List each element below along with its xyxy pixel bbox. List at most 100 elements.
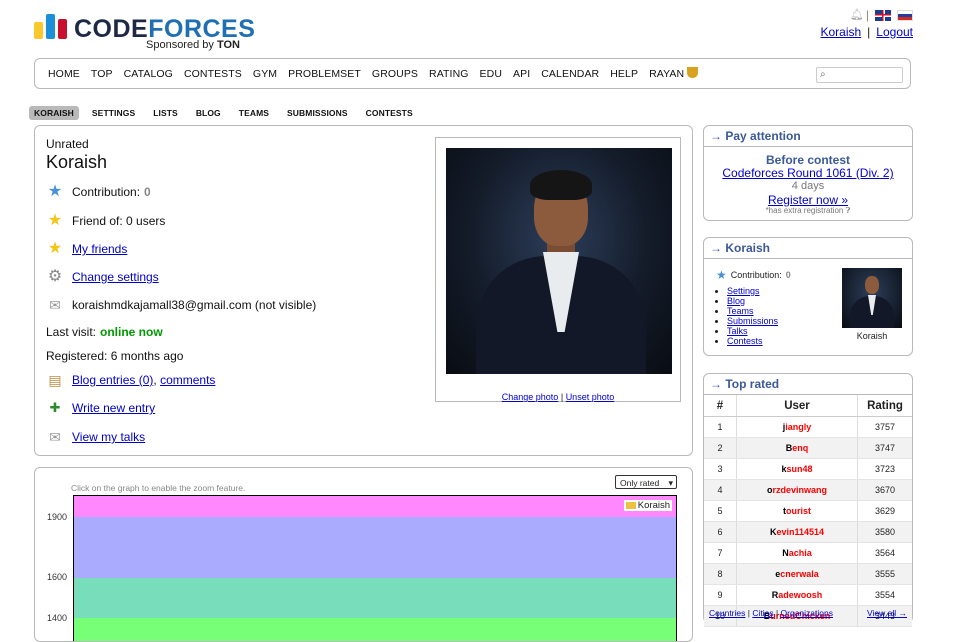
- table-row: 1 jiangly 3757: [704, 416, 912, 438]
- menu-rating[interactable]: RATING: [429, 68, 469, 80]
- user-link[interactable]: ecnerwala: [775, 569, 819, 579]
- rating-plot[interactable]: Koraish: [73, 495, 677, 641]
- register-link[interactable]: Register now »: [768, 193, 848, 207]
- col-rating: Rating: [857, 395, 912, 417]
- user-box-title: → Koraish: [710, 241, 771, 255]
- my-friends-link[interactable]: My friends: [72, 242, 127, 256]
- profile-link[interactable]: Koraish: [820, 25, 861, 39]
- user-rest: achia: [788, 548, 812, 558]
- countries-link[interactable]: Countries: [709, 608, 745, 618]
- gear-icon: ⚙: [47, 268, 63, 285]
- user-link[interactable]: orzdevinwang: [767, 485, 827, 495]
- contest-link[interactable]: Codeforces Round 1061 (Div. 2): [722, 166, 893, 180]
- table-row: 8 ecnerwala 3555: [704, 563, 912, 585]
- tab-blog[interactable]: BLOG: [191, 106, 226, 120]
- rating-filter-select[interactable]: Only rated: [615, 475, 677, 490]
- view-talks-link[interactable]: View my talks: [72, 430, 145, 444]
- user-cell: tourist: [736, 500, 858, 522]
- user-link[interactable]: Nachia: [782, 548, 812, 558]
- contribution-label: Contribution:: [72, 185, 141, 199]
- logout-link[interactable]: Logout: [876, 25, 913, 39]
- tab-lists[interactable]: LISTS: [148, 106, 183, 120]
- menu-contests[interactable]: CONTESTS: [184, 68, 242, 80]
- list-item: Contests: [727, 336, 778, 346]
- tab-koraish[interactable]: KORAISH: [29, 106, 79, 120]
- write-entry-icon: ✚: [49, 400, 61, 415]
- avatar-name: Koraish: [856, 331, 888, 341]
- user-link[interactable]: Radewoosh: [772, 590, 823, 600]
- user-box-contribution: ★ Contribution: 0: [716, 268, 791, 282]
- comments-link[interactable]: comments: [160, 373, 215, 387]
- menu-api[interactable]: API: [513, 68, 530, 80]
- sponsor-line: Sponsored by TON: [146, 39, 240, 51]
- menu-catalog[interactable]: CATALOG: [124, 68, 173, 80]
- user-link[interactable]: Benq: [786, 443, 809, 453]
- email-row: ✉ koraishmdkajamall38@gmail.com (not vis…: [46, 296, 316, 314]
- user-rest: evin114514: [776, 527, 825, 537]
- tab-settings[interactable]: SETTINGS: [87, 106, 140, 120]
- user-link[interactable]: ksun48: [781, 464, 812, 474]
- tab-submissions[interactable]: SUBMISSIONS: [282, 106, 353, 120]
- rating-cell: 3554: [857, 584, 912, 606]
- user-cell: Radewoosh: [736, 584, 858, 606]
- user-box-talks-link[interactable]: Talks: [727, 326, 748, 336]
- user-rank: Unrated: [46, 137, 89, 151]
- user-rest: sun48: [786, 464, 813, 474]
- avatar[interactable]: [842, 268, 902, 328]
- top-rated-box: → Top rated # User Rating 1 jiangly 3757 2 B…: [703, 373, 913, 627]
- search-input[interactable]: ⌕: [816, 67, 903, 83]
- comma: ,: [153, 373, 157, 387]
- menu-home[interactable]: HOME: [48, 68, 80, 80]
- english-flag-icon[interactable]: [875, 9, 891, 21]
- y-tick-1900: 1900: [47, 512, 68, 522]
- menu-gym[interactable]: GYM: [253, 68, 277, 80]
- change-settings-link[interactable]: Change settings: [72, 270, 159, 284]
- change-photo-link[interactable]: Change photo: [502, 392, 559, 402]
- user-link[interactable]: Kevin114514: [770, 527, 824, 537]
- user-box-teams-link[interactable]: Teams: [727, 306, 754, 316]
- menu-edu[interactable]: EDU: [480, 68, 502, 80]
- user-box-submissions-link[interactable]: Submissions: [727, 316, 778, 326]
- tab-contests[interactable]: CONTESTS: [361, 106, 418, 120]
- tab-teams[interactable]: TEAMS: [234, 106, 274, 120]
- user-link[interactable]: jiangly: [783, 422, 812, 432]
- last-visit-label: Last visit:: [46, 325, 97, 339]
- view-all-link[interactable]: View all →: [867, 608, 907, 618]
- list-item: Talks: [727, 326, 778, 336]
- rating-cell: 3723: [857, 458, 912, 480]
- write-entry-row: ✚ Write new entry: [46, 399, 156, 417]
- user-handle: Koraish: [46, 152, 108, 172]
- menu-groups[interactable]: GROUPS: [372, 68, 418, 80]
- blog-entries-link[interactable]: Blog entries (0): [72, 373, 153, 387]
- menu-help[interactable]: HELP: [610, 68, 638, 80]
- organizations-link[interactable]: Organizations: [781, 608, 833, 618]
- rank-cell: 9: [704, 584, 737, 606]
- rating-cell: 3757: [857, 416, 912, 438]
- user-box-contests-link[interactable]: Contests: [727, 336, 763, 346]
- menu-top[interactable]: TOP: [91, 68, 113, 80]
- cities-link[interactable]: Cities: [752, 608, 773, 618]
- friend-of-row: ★ Friend of: 0 users: [46, 212, 166, 230]
- user-box-settings-link[interactable]: Settings: [727, 286, 760, 296]
- logo-bars-icon: [34, 13, 70, 39]
- list-item: Teams: [727, 306, 778, 316]
- divider: |: [867, 25, 871, 39]
- menu-problemset[interactable]: PROBLEMSET: [288, 68, 361, 80]
- email-text: koraishmdkajamall38@gmail.com (not visib…: [72, 298, 317, 312]
- user-cell: Nachia: [736, 542, 858, 564]
- photo-frame: Change photo | Unset photo: [435, 137, 681, 402]
- user-link[interactable]: tourist: [783, 506, 811, 516]
- top-rated-footer: Countries | Cities | Organizations View …: [709, 608, 907, 618]
- unset-photo-link[interactable]: Unset photo: [566, 392, 615, 402]
- user-rest: iangly: [785, 422, 812, 432]
- menu-rayan[interactable]: RAYAN: [649, 67, 699, 80]
- write-entry-link[interactable]: Write new entry: [72, 401, 155, 415]
- user-sidebar-box: → Koraish ★ Contribution: 0 Settings Blo…: [703, 237, 913, 356]
- russian-flag-icon[interactable]: [897, 9, 913, 21]
- language-switcher: 🔔︎ |: [850, 8, 913, 22]
- notification-bell-icon[interactable]: 🔔︎: [850, 9, 864, 21]
- divider: |: [560, 392, 564, 402]
- user-box-blog-link[interactable]: Blog: [727, 296, 745, 306]
- menu-calendar[interactable]: CALENDAR: [541, 68, 599, 80]
- codeforces-logo[interactable]: CODEFORCES Sponsored by TON: [34, 13, 255, 51]
